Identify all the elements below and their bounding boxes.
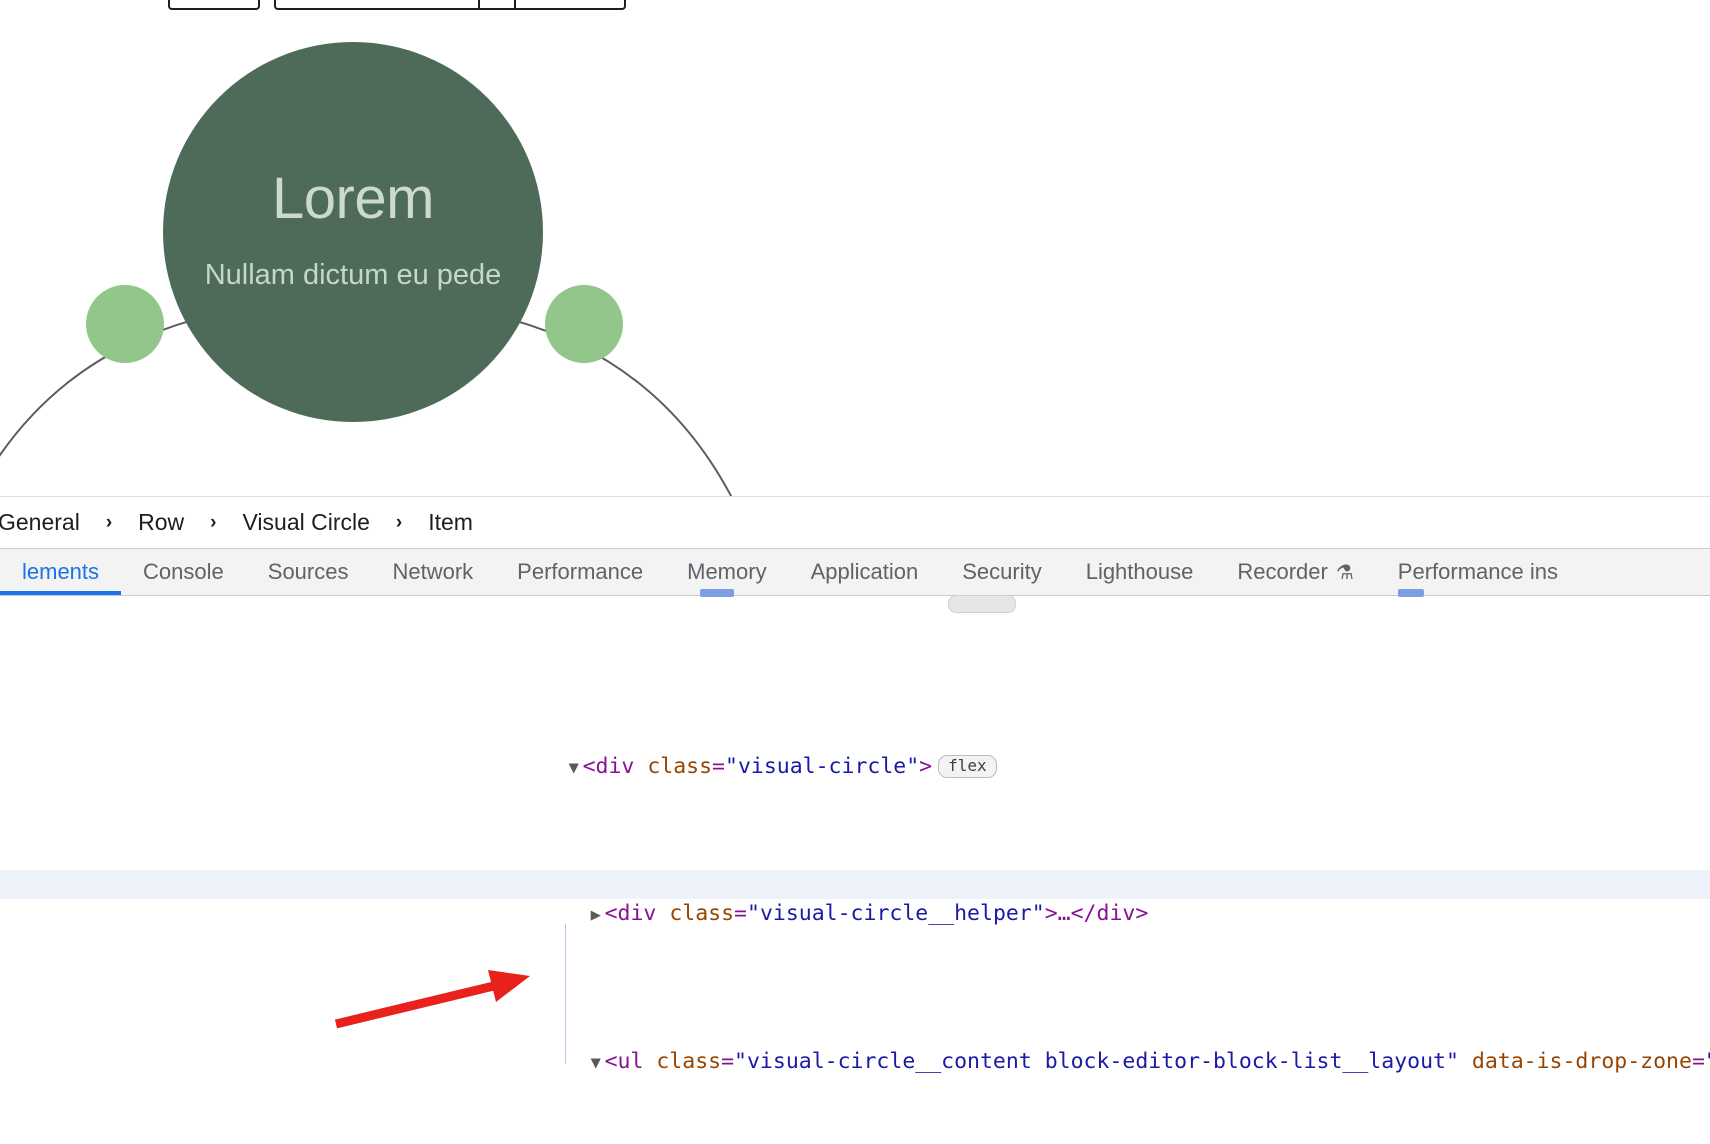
tab-label: Network — [392, 559, 474, 584]
block-toolbar-fragment[interactable] — [168, 0, 626, 10]
tab-label: Console — [143, 559, 224, 584]
dom-row[interactable]: ▶ <div class="visual-circle__helper">…</d… — [0, 869, 1710, 926]
devtools-panel: lements Console Sources Network Performa… — [0, 548, 1710, 1144]
breadcrumb-item-general[interactable]: General — [0, 509, 84, 536]
indent-guide — [565, 924, 566, 1064]
toolbar-group-c[interactable] — [478, 0, 514, 10]
tab-recorder[interactable]: Recorder ⚗ — [1215, 549, 1375, 595]
tab-label: Sources — [267, 559, 349, 584]
breadcrumb-separator-icon: › — [395, 511, 403, 533]
tab-sources[interactable]: Sources — [246, 549, 371, 595]
breadcrumb-separator-icon: › — [210, 511, 217, 533]
tab-console[interactable]: Console — [121, 549, 246, 595]
tab-label: Performance ins — [1397, 559, 1558, 584]
block-editor-canvas: Lorem Nullam dictum eu pede — [0, 0, 1710, 504]
dom-row[interactable]: ▼ <div class="visual-circle"> flex — [0, 722, 1710, 779]
expand-triangle-icon[interactable]: ▶ — [591, 901, 605, 931]
tab-network[interactable]: Network — [370, 549, 495, 595]
breadcrumb-item-row[interactable]: Row — [134, 509, 188, 536]
satellite-circle-right[interactable] — [545, 285, 623, 363]
breadcrumb: General › Row › Visual Circle › Item — [0, 496, 1710, 548]
toolbar-group-b[interactable] — [274, 0, 478, 10]
visual-circle-title[interactable]: Lorem — [272, 168, 434, 230]
expand-triangle-icon[interactable]: ▼ — [591, 1049, 605, 1079]
dom-tree[interactable]: ▼ <div class="visual-circle"> flex ▶ <div c… — [0, 596, 1710, 1144]
visual-circle-subtitle[interactable]: Nullam dictum eu pede — [205, 256, 502, 295]
tab-label: Application — [810, 559, 919, 584]
expand-triangle-icon[interactable]: ▼ — [569, 754, 583, 784]
breadcrumb-item-visual-circle[interactable]: Visual Circle — [239, 509, 374, 536]
devtools-tab-bar: lements Console Sources Network Performa… — [0, 549, 1710, 596]
tab-elements[interactable]: lements — [0, 549, 122, 595]
visual-circle-main[interactable]: Lorem Nullam dictum eu pede — [163, 42, 543, 422]
breadcrumb-separator-icon: › — [105, 511, 113, 533]
screenshot-root: Lorem Nullam dictum eu pede General › Ro… — [0, 0, 1710, 1144]
toolbar-group-a[interactable] — [168, 0, 260, 10]
satellite-circle-left[interactable] — [86, 285, 164, 363]
tab-security[interactable]: Security — [940, 549, 1063, 595]
tab-performance[interactable]: Performance — [495, 549, 665, 595]
toolbar-group-d[interactable] — [514, 0, 626, 10]
tab-label: Security — [962, 559, 1042, 584]
flex-badge[interactable]: flex — [938, 754, 997, 778]
breadcrumb-item-item[interactable]: Item — [424, 509, 477, 536]
tab-label: Performance — [517, 559, 644, 584]
tab-label: Recorder — [1237, 559, 1328, 584]
tab-application[interactable]: Application — [789, 549, 941, 595]
tab-lighthouse[interactable]: Lighthouse — [1064, 549, 1216, 595]
tab-label: Memory — [687, 559, 767, 584]
flask-icon: ⚗ — [1335, 562, 1354, 584]
tab-label: lements — [22, 559, 100, 584]
dom-row[interactable]: ▼ <ul class="visual-circle__content block… — [0, 1017, 1710, 1074]
tab-label: Lighthouse — [1085, 559, 1194, 584]
